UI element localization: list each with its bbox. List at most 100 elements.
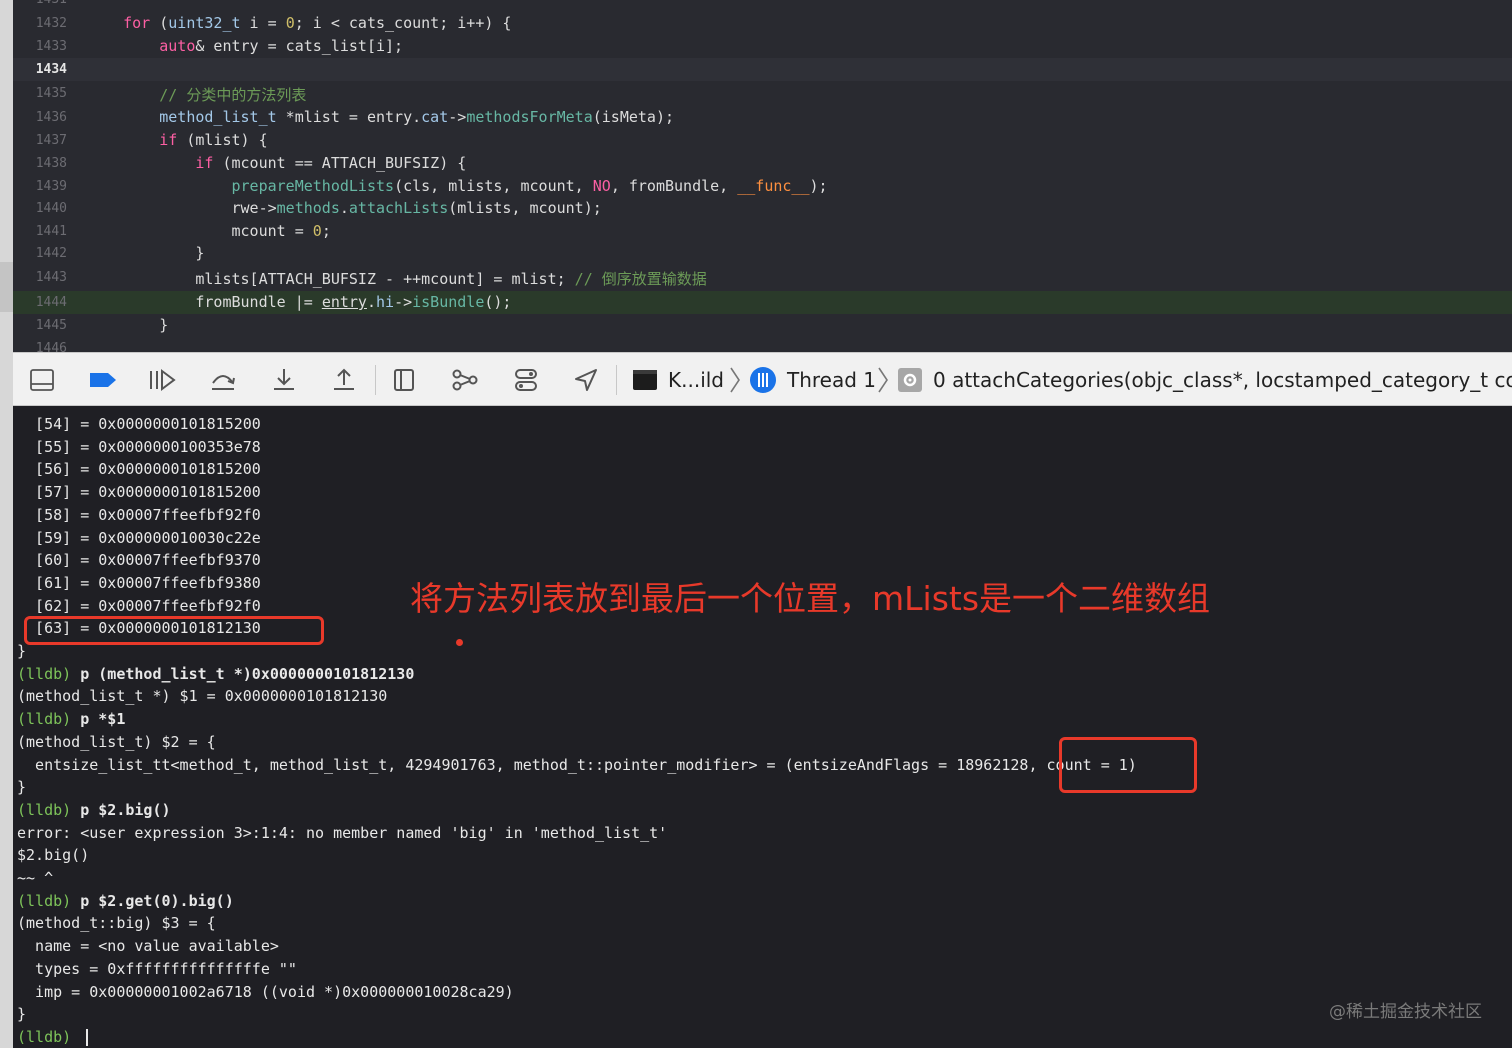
lldb-prompt: (lldb) <box>17 891 72 910</box>
line-number: 1438 <box>35 156 67 171</box>
line-number: 1441 <box>35 224 67 239</box>
code-line[interactable]: 1438 if (mcount == ATTACH_BUFSIZ) { <box>13 152 1512 175</box>
line-number: 1434 <box>35 62 67 77</box>
console-output-line: imp = 0x00000001002a6718 ((void *)0x0000… <box>17 982 514 1001</box>
breadcrumb-target[interactable]: K...ild <box>632 353 724 405</box>
chevron-right-icon <box>730 367 740 393</box>
breadcrumb-thread[interactable]: Thread 1 <box>749 353 876 405</box>
console-command-line: (lldb) p $2.get(0).big() <box>17 892 234 914</box>
code-text: prepareMethodLists(cls, mlists, mcount, … <box>231 177 828 195</box>
code-text: } <box>87 316 169 334</box>
stack-frame-icon <box>898 368 922 392</box>
watermark: @稀土掘金技术社区 <box>1329 1002 1482 1022</box>
line-number: 1442 <box>35 246 67 261</box>
code-text: if (mlist) { <box>159 131 268 149</box>
console-output-line: (method_t::big) $3 = { <box>17 914 216 933</box>
line-number: 1437 <box>35 133 67 148</box>
code-text: mlists[ATTACH_BUFSIZ - ++mcount] = mlist… <box>87 270 707 288</box>
line-number: 1439 <box>35 179 67 194</box>
debug-console[interactable]: [54] = 0x0000000101815200 [55] = 0x00000… <box>13 407 1512 1048</box>
lldb-prompt: (lldb) <box>17 800 72 819</box>
code-line[interactable]: 1433 auto& entry = cats_list[i]; <box>13 35 1512 58</box>
lldb-command <box>71 1028 80 1046</box>
line-number: 1431 <box>13 0 67 7</box>
code-text: fromBundle |= entry.hi->isBundle(); <box>87 293 512 311</box>
code-line[interactable]: 1436 method_list_t *mlist = entry.cat->m… <box>13 106 1512 129</box>
step-over-icon <box>212 375 235 390</box>
left-gutter-strip <box>0 0 13 1048</box>
console-output-line: name = <no value available> <box>17 937 279 956</box>
lldb-prompt: (lldb) <box>17 1027 72 1046</box>
code-line[interactable]: 1435 // 分类中的方法列表 <box>13 82 1512 105</box>
code-line[interactable]: 1443 mlists[ATTACH_BUFSIZ - ++mcount] = … <box>13 266 1512 289</box>
breakpoints-toggle-button[interactable] <box>88 365 118 395</box>
console-output-line: entsize_list_tt<method_t, method_list_t,… <box>17 755 1137 774</box>
simulate-location-button[interactable] <box>571 365 601 395</box>
continue-button[interactable] <box>147 365 177 395</box>
hide-debug-area-button[interactable] <box>27 365 57 395</box>
step-over-button[interactable] <box>208 365 238 395</box>
code-line[interactable]: 1445 } <box>13 314 1512 337</box>
text-cursor[interactable] <box>86 1028 89 1046</box>
line-number: 1446 <box>35 341 67 352</box>
code-line[interactable]: 1441 mcount = 0; <box>13 220 1512 243</box>
code-line[interactable]: 1440 rwe->methods.attachLists(mlists, mc… <box>13 197 1512 220</box>
console-output-line: [56] = 0x0000000101815200 <box>17 460 261 479</box>
code-text: // 分类中的方法列表 <box>159 86 307 104</box>
code-editor[interactable]: 1431 1432 for (uint32_t i = 0; i < cats_c… <box>13 0 1512 352</box>
code-text: rwe->methods.attachLists(mlists, mcount)… <box>87 199 602 217</box>
console-output-line: [55] = 0x0000000100353e78 <box>17 437 261 456</box>
annotation-dot <box>456 639 463 646</box>
code-line[interactable]: 1432 for (uint32_t i = 0; i < cats_count… <box>13 12 1512 35</box>
memory-graph-button[interactable] <box>450 365 480 395</box>
line-number: 1445 <box>35 318 67 333</box>
toolbar-separator <box>616 365 617 395</box>
view-hierarchy-icon <box>394 369 414 391</box>
console-output-line: error: <user expression 3>:1:4: no membe… <box>17 823 668 842</box>
console-command-line: (lldb) p $2.big() <box>17 801 171 823</box>
code-text: for (uint32_t i = 0; i < cats_count; i++… <box>123 14 512 32</box>
continue-icon <box>150 369 176 391</box>
step-out-button[interactable] <box>329 365 359 395</box>
console-output-line: [57] = 0x0000000101815200 <box>17 483 261 502</box>
line-number: 1432 <box>35 16 67 31</box>
location-arrow-icon <box>575 369 597 391</box>
annotation-text: 将方法列表放到最后一个位置，mLists是一个二维数组 <box>410 579 1211 618</box>
code-line[interactable]: 1434 <box>13 58 1512 81</box>
breadcrumb-frame-label: 0 attachCategories(objc_class*, locstamp… <box>933 368 1512 392</box>
environment-overrides-button[interactable] <box>511 365 541 395</box>
step-into-button[interactable] <box>269 365 299 395</box>
environment-overrides-icon <box>515 369 537 391</box>
terminal-icon <box>633 370 657 390</box>
console-output-line: [61] = 0x00007ffeefbf9380 <box>17 573 261 592</box>
lldb-command: p $2.big() <box>71 800 171 819</box>
code-line[interactable]: 1442 } <box>13 242 1512 265</box>
gutter-marker <box>0 262 13 312</box>
code-line[interactable]: 1439 prepareMethodLists(cls, mlists, mco… <box>13 175 1512 198</box>
console-output-line: (method_list_t) $2 = { <box>17 732 216 751</box>
code-text: } <box>87 244 205 262</box>
code-line[interactable]: 1446 <box>13 337 1512 352</box>
console-command-line: (lldb) p (method_list_t *)0x000000010181… <box>17 665 414 687</box>
code-text: auto& entry = cats_list[i]; <box>159 37 404 55</box>
line-number: 1433 <box>35 39 67 54</box>
toolbar-separator <box>375 365 376 395</box>
console-command-line: (lldb) p *$1 <box>17 710 125 732</box>
memory-graph-icon <box>452 369 478 391</box>
lldb-prompt: (lldb) <box>17 710 72 729</box>
highlight-box-count <box>1059 737 1197 793</box>
view-debugger-button[interactable] <box>389 365 419 395</box>
code-line[interactable]: 1437 if (mlist) { <box>13 129 1512 152</box>
console-output-line: [54] = 0x0000000101815200 <box>17 415 261 433</box>
console-output-line: } <box>17 642 27 660</box>
lldb-command: p (method_list_t *)0x0000000101812130 <box>71 664 415 683</box>
code-line[interactable]: 1431 <box>13 0 1512 11</box>
line-number: 1440 <box>35 201 67 216</box>
debug-toolbar: K...ild Thread 1 0 attachCategories(objc… <box>13 352 1512 406</box>
breadcrumb-frame[interactable]: 0 attachCategories(objc_class*, locstamp… <box>897 353 1512 405</box>
lldb-command: p *$1 <box>71 710 126 729</box>
lldb-prompt: (lldb) <box>17 664 72 683</box>
breakpoint-icon <box>90 373 116 387</box>
breadcrumb-target-label: K...ild <box>668 368 724 392</box>
code-line[interactable]: 1444 fromBundle |= entry.hi->isBundle(); <box>13 291 1512 314</box>
